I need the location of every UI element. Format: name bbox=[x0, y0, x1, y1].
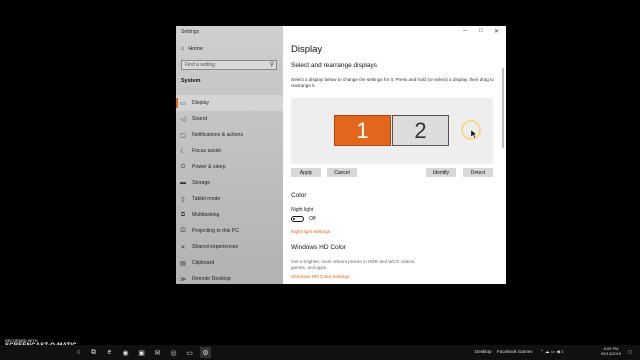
sidebar-item-label: Clipboard bbox=[192, 260, 215, 266]
monitor-1[interactable]: 1 bbox=[334, 115, 391, 146]
sidebar-item-label: Notifications & actions bbox=[192, 132, 244, 138]
sidebar-item-label: Tablet mode bbox=[192, 196, 221, 202]
sidebar-item-label: Shared experiences bbox=[192, 244, 239, 250]
sidebar-item-label: Sound bbox=[192, 116, 208, 122]
toggle-knob bbox=[293, 218, 295, 220]
sidebar-item-notifications[interactable]: ▢ Notifications & actions bbox=[176, 127, 283, 143]
section-description: Select a display below to change the set… bbox=[291, 77, 494, 88]
chrome-icon[interactable]: ◎ bbox=[168, 347, 179, 358]
page-title: Display bbox=[291, 44, 323, 55]
cortana-icon[interactable]: ○ bbox=[73, 347, 84, 358]
home-label: Home bbox=[188, 46, 203, 52]
monitor-2[interactable]: 2 bbox=[392, 115, 449, 146]
night-light-label: Night light bbox=[291, 207, 314, 213]
scrollbar[interactable] bbox=[502, 68, 504, 148]
task-view-icon[interactable]: ⧉ bbox=[88, 347, 99, 358]
clock[interactable]: 8:05 PM 05/13/2019 bbox=[601, 346, 621, 356]
home-icon: ⌂ bbox=[181, 46, 185, 52]
sidebar-item-label: Power & sleep bbox=[192, 164, 226, 170]
sidebar-item-storage[interactable]: ▬ Storage bbox=[176, 175, 283, 191]
action-center-icon[interactable]: ▢ bbox=[628, 349, 632, 355]
speaker-icon: ◁ bbox=[180, 116, 186, 123]
sidebar-item-remote-desktop[interactable]: ≫ Remote Desktop bbox=[176, 271, 283, 284]
edge-icon[interactable]: e bbox=[104, 347, 115, 358]
sidebar-item-clipboard[interactable]: ▤ Clipboard bbox=[176, 255, 283, 271]
detect-button[interactable]: Detect bbox=[463, 168, 493, 177]
maximize-button[interactable]: □ bbox=[479, 28, 483, 34]
sidebar-item-label: Display bbox=[192, 100, 210, 106]
sidebar-item-shared-experiences[interactable]: ✕ Shared experiences bbox=[176, 239, 283, 255]
sidebar-item-label: Projecting to this PC bbox=[192, 228, 239, 234]
sidebar-item-projecting[interactable]: ⎚ Projecting to this PC bbox=[176, 223, 283, 239]
remote-icon: ≫ bbox=[179, 276, 187, 283]
sidebar-item-label: Storage bbox=[192, 180, 211, 186]
sidebar-item-label: Focus assist bbox=[192, 148, 221, 154]
sidebar-item-label: Remote Desktop bbox=[192, 276, 231, 282]
sidebar-item-power-sleep[interactable]: ⏻ Power & sleep bbox=[176, 159, 283, 175]
hd-color-description: Get a brighter, more vibrant picture in … bbox=[291, 259, 416, 270]
section-label: System bbox=[181, 78, 201, 84]
search-input[interactable]: Find a setting ⚲ bbox=[181, 60, 277, 70]
taskbar: ○ ⧉ e ◉ ▣ ✉ ◎ ▭ ⚙ Desktop Facebook Games… bbox=[0, 345, 640, 360]
hd-color-heading: Windows HD Color bbox=[291, 244, 346, 251]
facebook-games-label[interactable]: Facebook Games bbox=[497, 349, 533, 354]
settings-gear-icon[interactable]: ⚙ bbox=[200, 347, 211, 358]
sidebar: Settings ⌂ Home Find a setting ⚲ System … bbox=[176, 26, 283, 284]
hd-color-settings-link[interactable]: Windows HD Color settings bbox=[291, 275, 349, 280]
sidebar-item-focus-assist[interactable]: ☾ Focus assist bbox=[176, 143, 283, 159]
tray-icons[interactable]: ⌃ ☁ ▭ ◀ ≡ bbox=[540, 349, 564, 355]
sidebar-item-tablet-mode[interactable]: ▯ Tablet mode bbox=[176, 191, 283, 207]
projector-icon: ⎚ bbox=[180, 227, 186, 234]
media-icon[interactable]: ◉ bbox=[120, 347, 131, 358]
storage-icon: ▬ bbox=[180, 180, 186, 186]
app-icon[interactable]: ▣ bbox=[136, 347, 147, 358]
tablet-icon: ▯ bbox=[181, 196, 185, 203]
identify-button[interactable]: Identify bbox=[426, 168, 456, 177]
multitasking-icon: ⧉ bbox=[180, 211, 186, 218]
sidebar-item-label: Multitasking bbox=[192, 212, 220, 218]
night-light-state: Off bbox=[309, 216, 316, 222]
cancel-button[interactable]: Cancel bbox=[327, 168, 357, 177]
minimize-button[interactable]: – bbox=[463, 28, 466, 34]
color-heading: Color bbox=[291, 192, 307, 199]
close-button[interactable]: ✕ bbox=[494, 28, 499, 35]
search-icon: ⚲ bbox=[269, 62, 274, 68]
night-light-toggle[interactable] bbox=[291, 216, 304, 222]
clock-date: 05/13/2019 bbox=[601, 351, 622, 356]
clipboard-icon: ▤ bbox=[180, 260, 186, 267]
sidebar-item-sound[interactable]: ◁ Sound bbox=[176, 111, 283, 127]
settings-window: Settings ⌂ Home Find a setting ⚲ System … bbox=[176, 26, 506, 284]
sidebar-item-display[interactable]: ▭ Display bbox=[176, 95, 283, 111]
monitor-icon: ▭ bbox=[180, 100, 186, 107]
sidebar-item-multitasking[interactable]: ⧉ Multitasking bbox=[176, 207, 283, 223]
home-link[interactable]: ⌂ Home bbox=[181, 46, 203, 52]
apply-button[interactable]: Apply bbox=[291, 168, 321, 177]
share-icon: ✕ bbox=[180, 244, 186, 251]
main-content: – □ ✕ Display Select and rearrange displ… bbox=[283, 26, 506, 284]
power-icon: ⏻ bbox=[180, 163, 186, 170]
terminal-icon[interactable]: ▭ bbox=[184, 347, 195, 358]
mouse-cursor-icon bbox=[471, 130, 477, 138]
mail-icon[interactable]: ✉ bbox=[152, 347, 163, 358]
night-light-settings-link[interactable]: Night light settings bbox=[291, 230, 330, 235]
desktop-label[interactable]: Desktop bbox=[475, 349, 492, 354]
section-subtitle: Select and rearrange displays bbox=[291, 62, 377, 69]
sidebar-nav: ▭ Display ◁ Sound ▢ Notifications & actions… bbox=[176, 95, 283, 284]
notification-icon: ▢ bbox=[180, 132, 186, 139]
search-placeholder: Find a setting bbox=[185, 62, 216, 68]
app-title: Settings bbox=[181, 29, 200, 35]
moon-icon: ☾ bbox=[180, 148, 186, 155]
